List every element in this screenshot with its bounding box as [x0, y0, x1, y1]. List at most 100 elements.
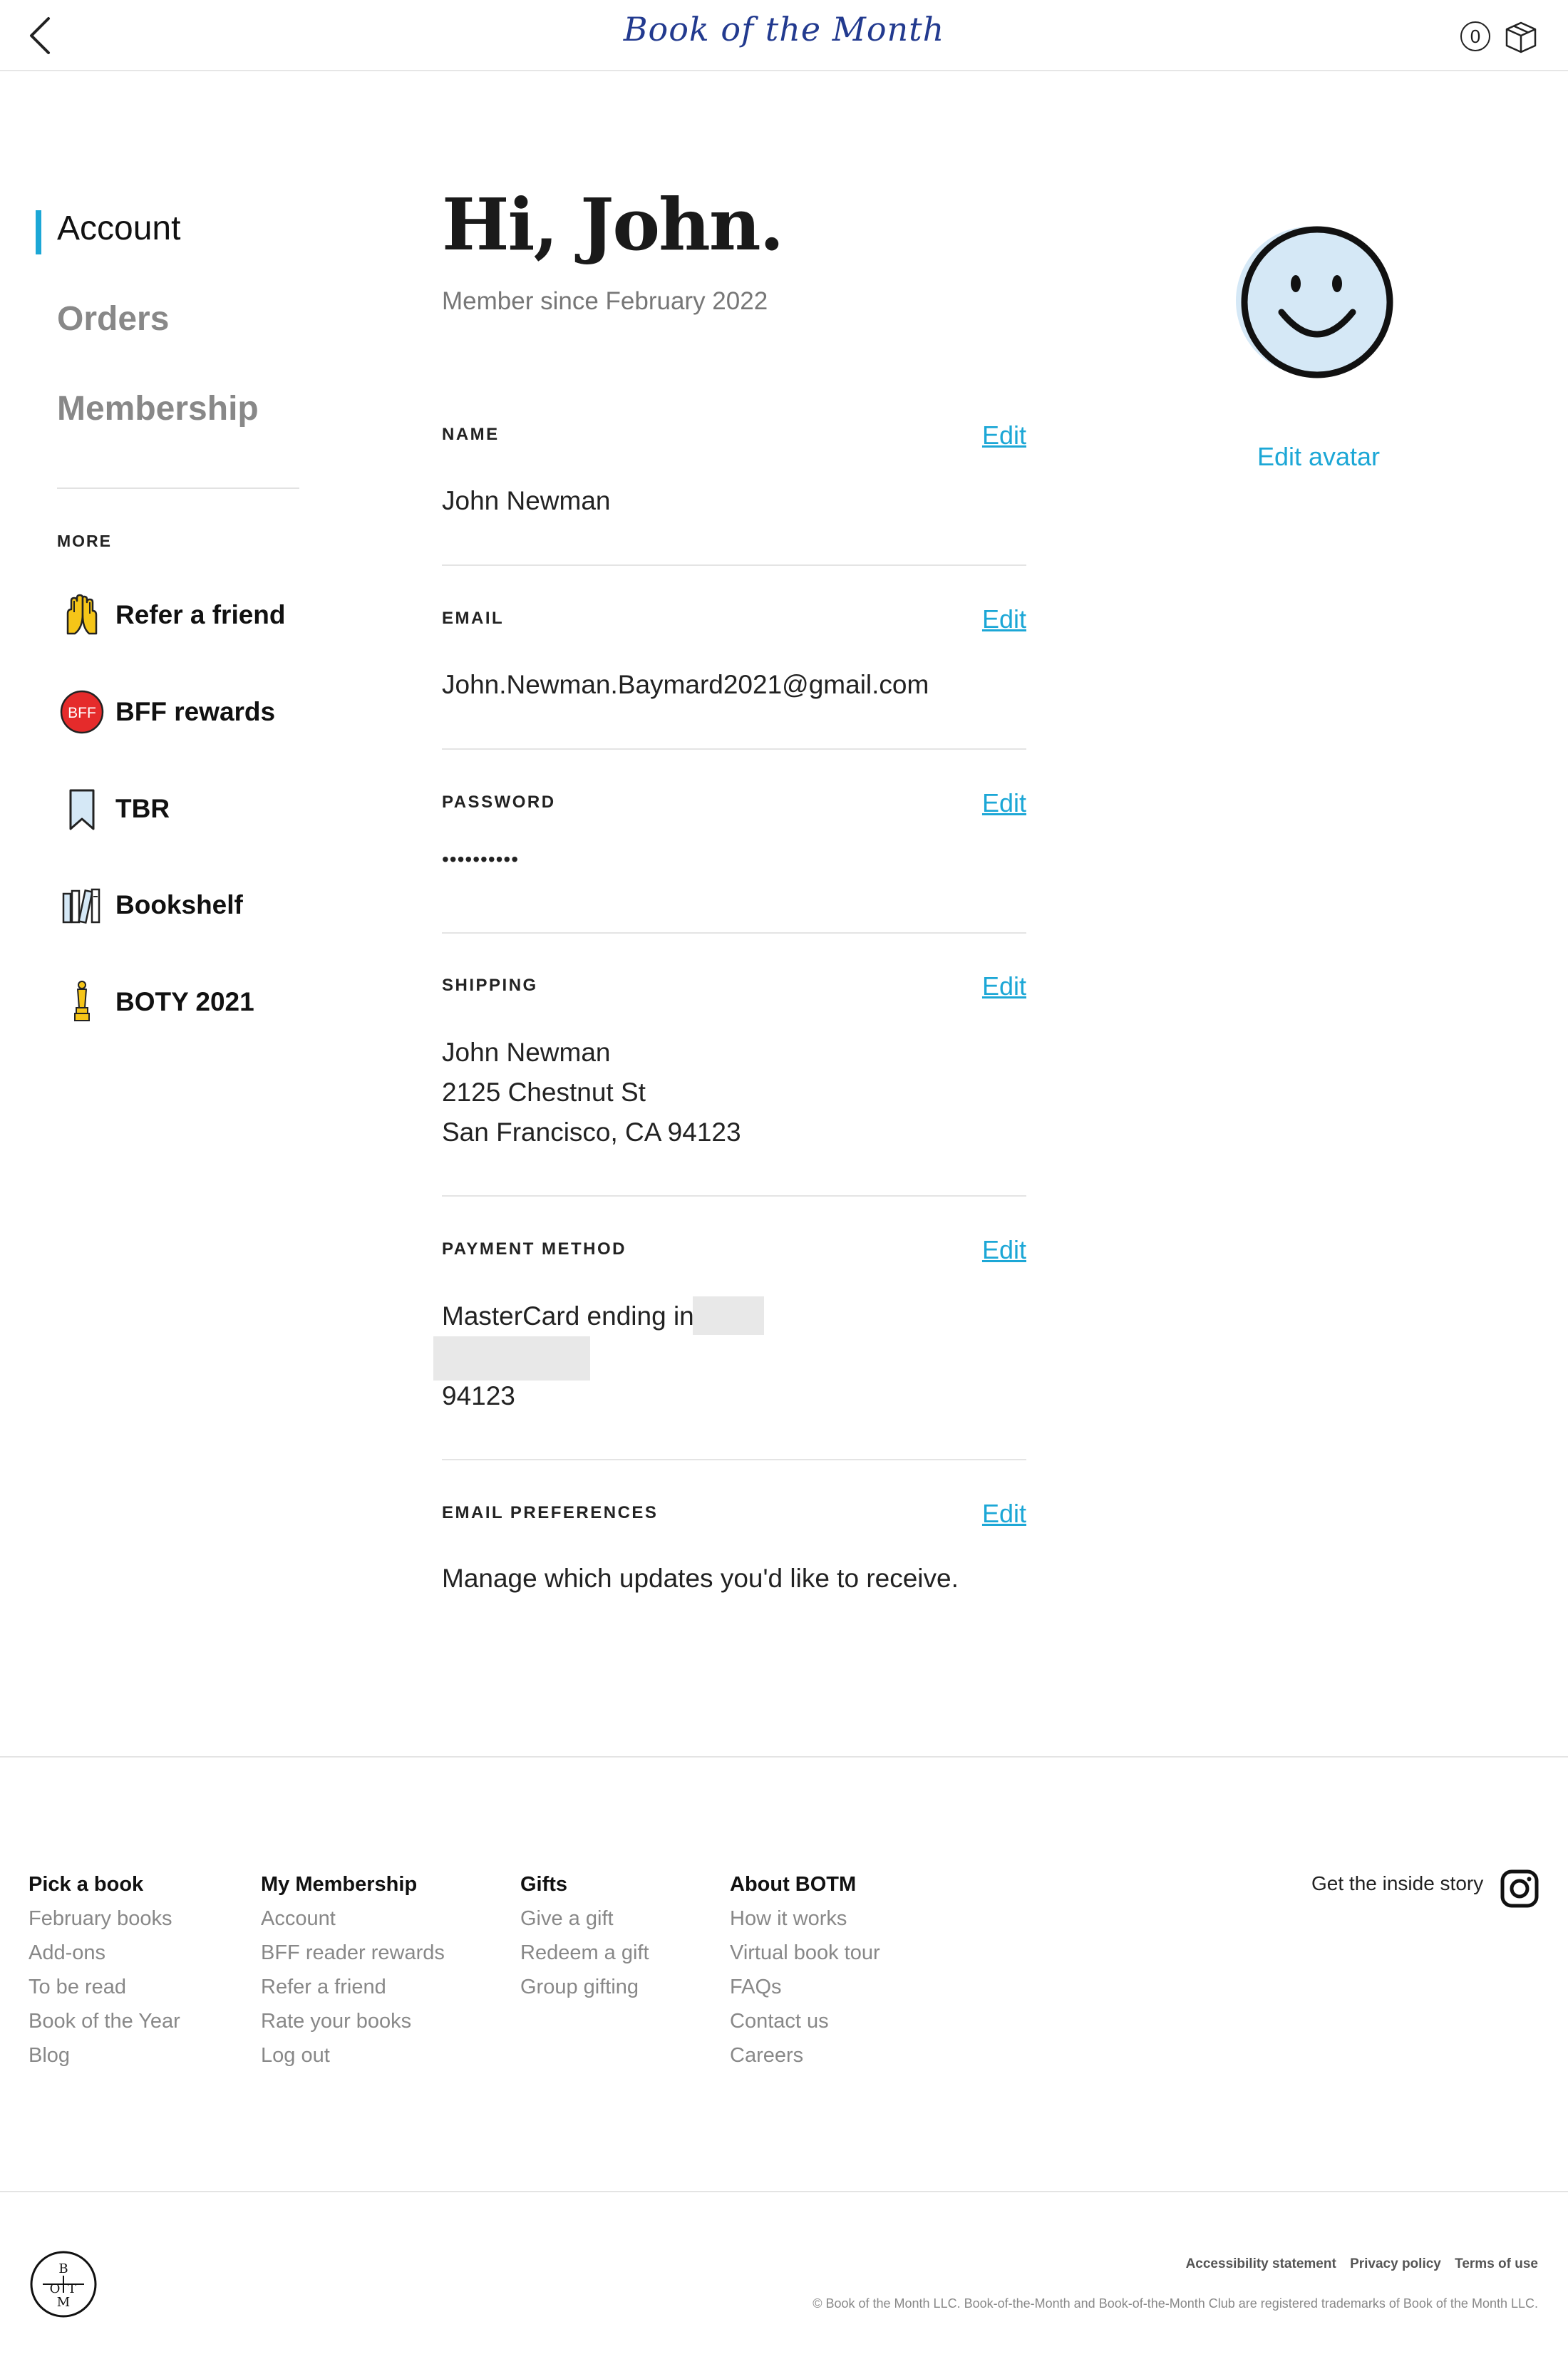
- sidebar-item-boty-2021[interactable]: BOTY 2021: [57, 976, 342, 1028]
- sidebar-item-tbr[interactable]: TBR: [57, 783, 342, 835]
- section-divider: [442, 748, 1026, 750]
- sidebar-item-label: Bookshelf: [115, 890, 243, 919]
- bookshelf-icon: [57, 880, 107, 930]
- nav-membership[interactable]: Membership: [57, 389, 259, 428]
- footer-link[interactable]: FAQs: [730, 1976, 880, 2010]
- name-section: NAME Edit John Newman: [442, 420, 1026, 566]
- edit-avatar-link[interactable]: Edit avatar: [1212, 442, 1425, 472]
- sidebar-divider: [57, 487, 299, 489]
- footer-divider: [0, 1756, 1568, 1758]
- footer-link[interactable]: Blog: [29, 2044, 180, 2078]
- edit-email-preferences-link[interactable]: Edit: [982, 1499, 1026, 1529]
- shipping-city: San Francisco, CA 94123: [442, 1118, 741, 1147]
- logo-letter-right: T: [68, 2281, 76, 2296]
- email-preferences-section: EMAIL PREFERENCES Edit Manage which upda…: [442, 1499, 1026, 1613]
- edit-email-link[interactable]: Edit: [982, 604, 1026, 634]
- edit-shipping-link[interactable]: Edit: [982, 971, 1026, 1001]
- avatar[interactable]: [1226, 221, 1397, 392]
- email-value: John.Newman.Baymard2021@gmail.com: [442, 670, 929, 699]
- footer-link[interactable]: To be read: [29, 1976, 180, 2010]
- sidebar-item-bookshelf[interactable]: Bookshelf: [57, 879, 342, 932]
- section-divider: [442, 1459, 1026, 1460]
- copyright-text: © Book of the Month LLC. Book-of-the-Mon…: [813, 2296, 1538, 2311]
- footer-link[interactable]: Refer a friend: [261, 1976, 445, 2010]
- section-divider: [442, 932, 1026, 934]
- page-title: Hi, John.: [442, 182, 784, 267]
- card-description: MasterCard ending in: [442, 1301, 694, 1331]
- shipping-name: John Newman: [442, 1038, 611, 1067]
- footer-heading: My Membership: [261, 1873, 418, 1896]
- logo-letter-top: B: [58, 2261, 68, 2276]
- instagram-icon[interactable]: [1500, 1869, 1539, 1909]
- footer-link[interactable]: How it works: [730, 1907, 880, 1941]
- section-label: PAYMENT METHOD: [442, 1239, 627, 1259]
- accessibility-statement-link[interactable]: Accessibility statement: [1186, 2256, 1336, 2271]
- edit-password-link[interactable]: Edit: [982, 788, 1026, 818]
- footer-link[interactable]: February books: [29, 1907, 180, 1941]
- section-label: EMAIL: [442, 609, 505, 628]
- section-label: NAME: [442, 425, 500, 444]
- trophy-icon: [57, 977, 107, 1027]
- box-icon[interactable]: [1504, 20, 1538, 54]
- legal-links: Accessibility statement Privacy policy T…: [1176, 2256, 1538, 2272]
- section-label: PASSWORD: [442, 793, 556, 812]
- footer-link[interactable]: Book of the Year: [29, 2010, 180, 2044]
- logo-letter-bottom: M: [57, 2295, 70, 2310]
- footer-link[interactable]: Log out: [261, 2044, 445, 2078]
- payment-section: PAYMENT METHOD Edit MasterCard ending in…: [433, 1235, 1026, 1460]
- bff-badge-icon: BFF: [57, 687, 107, 737]
- sidebar-item-label: Refer a friend: [115, 600, 286, 629]
- member-since-text: Member since February 2022: [442, 287, 768, 315]
- active-indicator: [36, 210, 41, 254]
- footer-column-gifts: Gifts Give a gift Redeem a gift Group gi…: [520, 1873, 649, 2010]
- bff-badge-text: BFF: [68, 705, 96, 721]
- footer-heading: About BOTM: [730, 1873, 857, 1896]
- password-section: PASSWORD Edit ••••••••••: [442, 788, 1026, 934]
- footer-link[interactable]: Add-ons: [29, 1941, 180, 1976]
- section-divider: [442, 564, 1026, 566]
- email-section: EMAIL Edit John.Newman.Baymard2021@gmail…: [442, 604, 1026, 750]
- bookmark-icon: [57, 784, 107, 834]
- inside-story-text: Get the inside story: [1311, 1872, 1484, 1894]
- privacy-policy-link[interactable]: Privacy policy: [1350, 2256, 1441, 2271]
- edit-name-link[interactable]: Edit: [982, 420, 1026, 450]
- more-heading: MORE: [57, 532, 112, 550]
- sidebar-item-label: BFF rewards: [115, 697, 276, 726]
- redacted-card-digits: [693, 1296, 764, 1335]
- terms-of-use-link[interactable]: Terms of use: [1455, 2256, 1538, 2271]
- shipping-street: 2125 Chestnut St: [442, 1078, 646, 1107]
- sidebar-item-bff-rewards[interactable]: BFF BFF rewards: [57, 686, 342, 738]
- footer-heading: Pick a book: [29, 1873, 144, 1896]
- footer-column-pick-a-book: Pick a book February books Add-ons To be…: [29, 1873, 180, 2078]
- footer-link[interactable]: Careers: [730, 2044, 880, 2078]
- footer-link[interactable]: BFF reader rewards: [261, 1941, 445, 1976]
- nav-orders[interactable]: Orders: [57, 299, 169, 339]
- sidebar-item-label: BOTY 2021: [115, 987, 254, 1016]
- footer-heading: Gifts: [520, 1873, 568, 1896]
- footer-link[interactable]: Rate your books: [261, 2010, 445, 2044]
- password-value: ••••••••••: [442, 848, 520, 870]
- section-divider: [442, 1195, 1026, 1197]
- footer-link[interactable]: Virtual book tour: [730, 1941, 880, 1976]
- sidebar-item-label: TBR: [115, 794, 170, 823]
- nav-account[interactable]: Account: [57, 209, 180, 248]
- footer-column-about-botm: About BOTM How it works Virtual book tou…: [730, 1873, 880, 2078]
- sidebar-item-refer-a-friend[interactable]: Refer a friend: [57, 589, 342, 641]
- footer-link[interactable]: Give a gift: [520, 1907, 649, 1941]
- hands-icon: [57, 590, 107, 640]
- edit-payment-link[interactable]: Edit: [982, 1235, 1026, 1265]
- name-value: John Newman: [442, 486, 611, 515]
- footer-link[interactable]: Group gifting: [520, 1976, 649, 2010]
- shipping-section: SHIPPING Edit John Newman 2125 Chestnut …: [442, 971, 1026, 1197]
- botm-monogram-logo[interactable]: B O T M: [29, 2249, 98, 2319]
- site-logo[interactable]: Book of the Month: [0, 10, 1568, 48]
- footer-column-my-membership: My Membership Account BFF reader rewards…: [261, 1873, 445, 2078]
- cart-count-badge[interactable]: 0: [1460, 21, 1490, 51]
- email-preferences-value: Manage which updates you'd like to recei…: [442, 1564, 959, 1593]
- footer-link[interactable]: Contact us: [730, 2010, 880, 2044]
- footer-link[interactable]: Account: [261, 1907, 445, 1941]
- smiley-face-icon: [1236, 226, 1393, 378]
- logo-letter-left: O: [50, 2281, 61, 2296]
- section-label: SHIPPING: [442, 976, 538, 995]
- footer-link[interactable]: Redeem a gift: [520, 1941, 649, 1976]
